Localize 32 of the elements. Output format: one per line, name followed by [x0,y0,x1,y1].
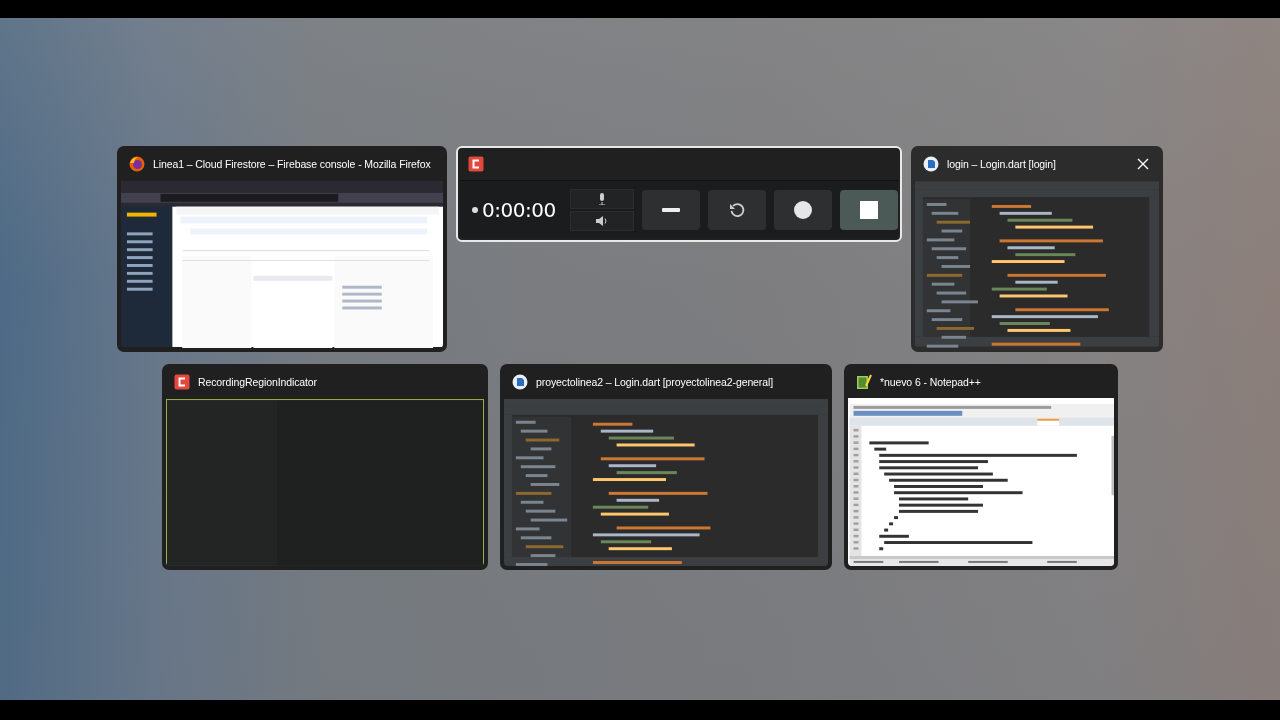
window-title: RecordingRegionIndicator [198,376,317,388]
restart-icon [729,201,745,218]
ide-app-icon [512,374,528,390]
stop-button[interactable] [840,189,898,230]
window-card[interactable]: proyectolinea2 – Login.dart [proyectolinea2-general] [500,364,832,570]
status-dot-icon [472,206,478,213]
close-icon [1137,158,1149,170]
recorder-app-icon [174,374,190,390]
speaker-button[interactable] [570,210,634,231]
recorder-app-icon [468,156,484,172]
window-title: *nuevo 6 - Notepad++ [880,376,981,388]
window-title: Linea1 – Cloud Firestore – Firebase console - Mozilla Firefox [153,158,431,170]
microphone-button[interactable] [570,188,634,209]
window-title: proyectolinea2 – Login.dart [proyectolinea2-general] [536,376,774,388]
restart-button[interactable] [708,189,766,230]
window-card[interactable]: 0:00:00 [456,146,902,242]
ide-app-icon [923,156,939,172]
window-card[interactable]: Linea1 – Cloud Firestore – Firebase console - Mozilla Firefox [117,146,447,352]
microphone-icon [598,192,606,205]
window-card[interactable]: *nuevo 6 - Notepad++ [844,364,1118,570]
speaker-icon [596,215,608,226]
window-title: login – Login.dart [login] [947,158,1056,170]
timer-text: 0:00:00 [482,197,556,222]
record-icon [794,200,812,219]
window-card[interactable]: RecordingRegionIndicator [162,364,488,570]
record-button[interactable] [774,189,832,230]
minimize-button[interactable] [642,189,700,230]
stop-icon [860,200,878,219]
window-card[interactable]: login – Login.dart [login] [911,146,1163,352]
browser-app-icon [129,156,145,172]
minus-icon [662,207,680,212]
notepad-app-icon [856,374,872,390]
